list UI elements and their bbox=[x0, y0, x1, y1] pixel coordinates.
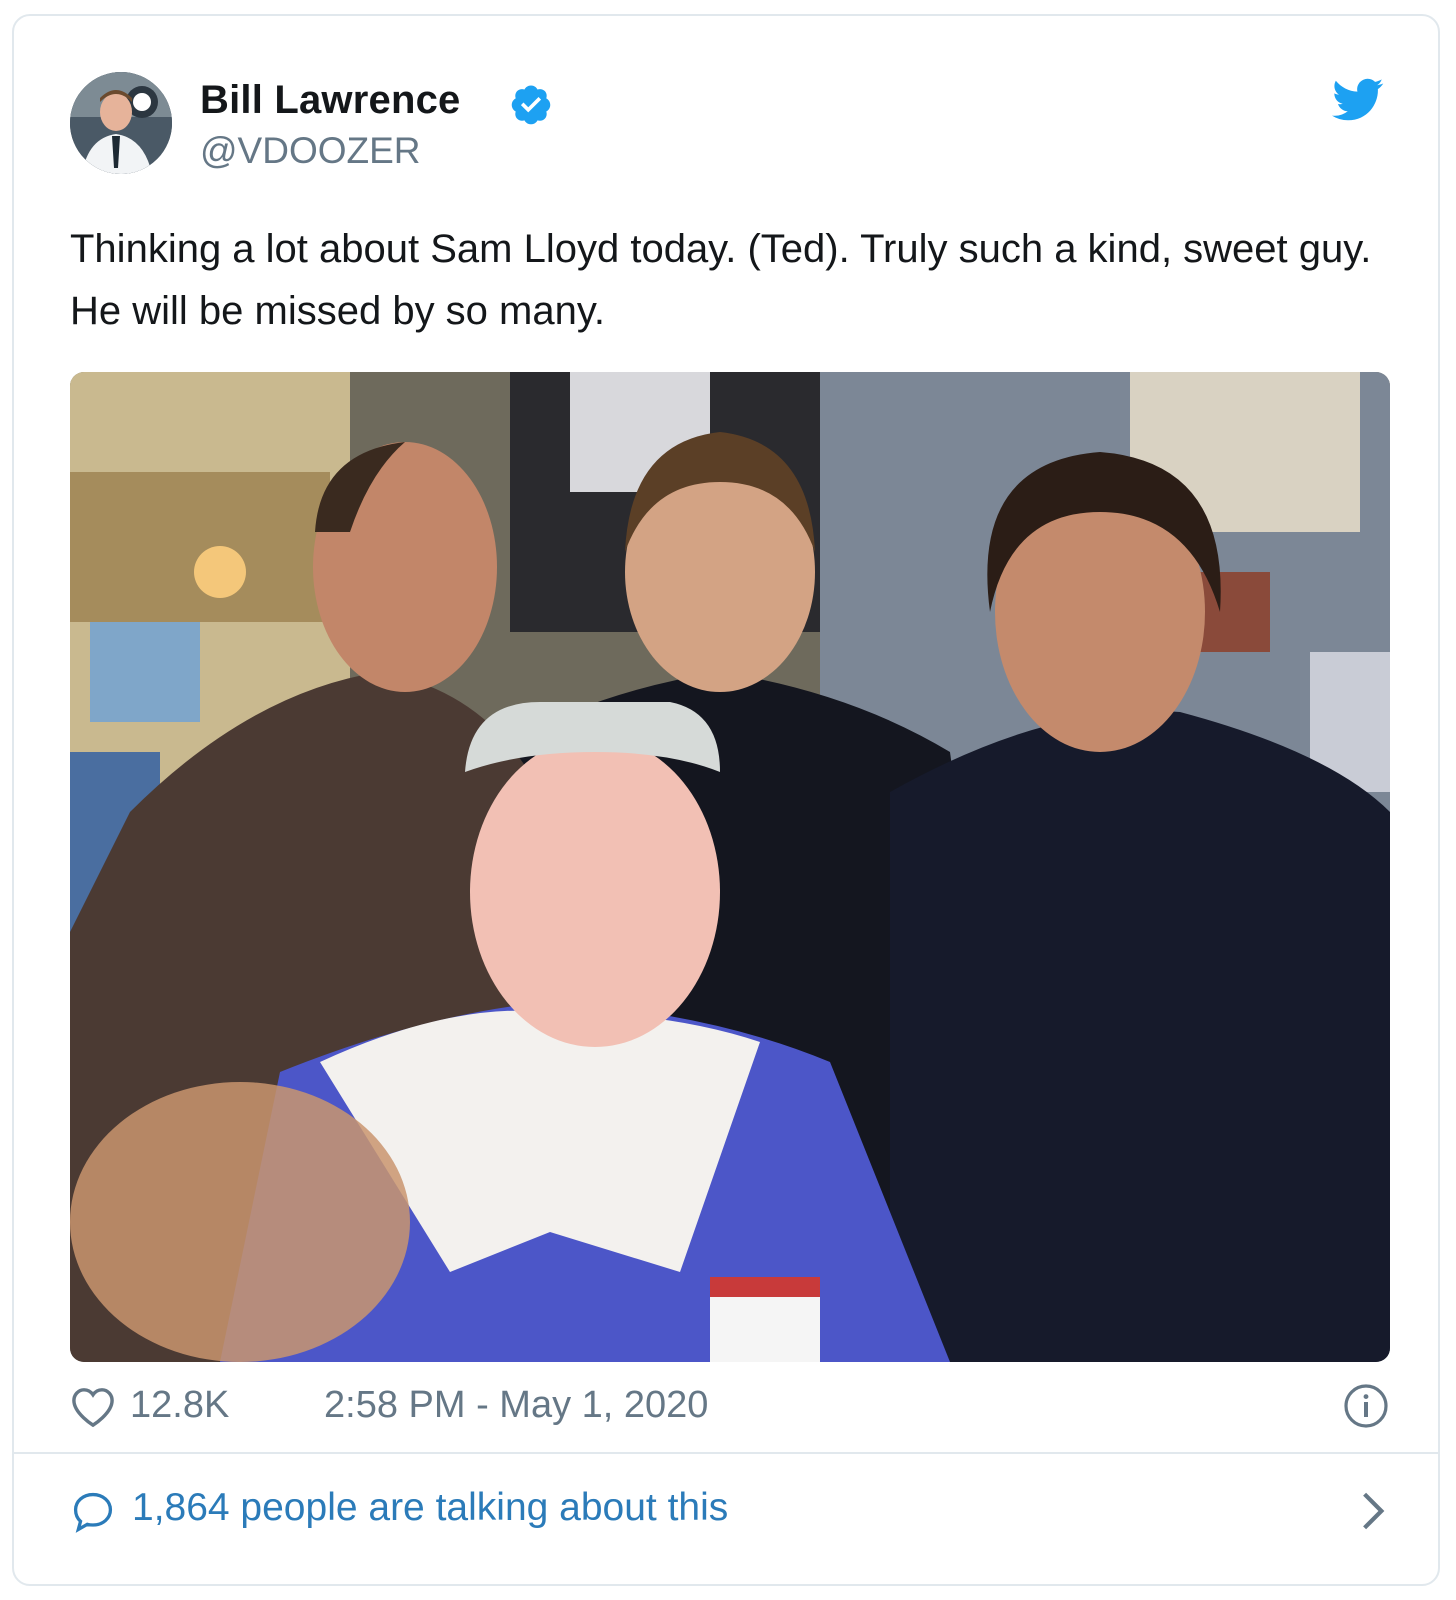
verified-badge-icon bbox=[511, 85, 551, 125]
speech-bubble-icon bbox=[73, 1492, 113, 1533]
photo-image bbox=[70, 372, 1390, 1362]
twitter-bird-icon[interactable] bbox=[1332, 78, 1384, 122]
tweet-card: Bill Lawrence @VDOOZER Thinking a lot ab… bbox=[12, 14, 1440, 1586]
info-icon[interactable] bbox=[1342, 1382, 1390, 1430]
chevron-right-icon[interactable] bbox=[1358, 1490, 1388, 1532]
author-name[interactable]: Bill Lawrence bbox=[200, 78, 460, 123]
avatar-image bbox=[70, 72, 172, 174]
tweet-text: Thinking a lot about Sam Lloyd today. (T… bbox=[70, 227, 1372, 333]
conversation-link[interactable]: 1,864 people are talking about this bbox=[70, 1480, 1390, 1540]
author-handle[interactable]: @VDOOZER bbox=[200, 130, 421, 172]
tweet-timestamp[interactable]: 2:58 PM - May 1, 2020 bbox=[324, 1384, 708, 1427]
tweet-meta-row: 12.8K 2:58 PM - May 1, 2020 bbox=[70, 1378, 1390, 1434]
avatar[interactable] bbox=[70, 72, 172, 174]
divider bbox=[14, 1452, 1438, 1454]
tweet-photo[interactable] bbox=[70, 372, 1390, 1362]
like-count[interactable]: 12.8K bbox=[130, 1384, 229, 1427]
conversation-label[interactable]: 1,864 people are talking about this bbox=[132, 1486, 728, 1530]
heart-icon[interactable] bbox=[70, 1386, 116, 1428]
